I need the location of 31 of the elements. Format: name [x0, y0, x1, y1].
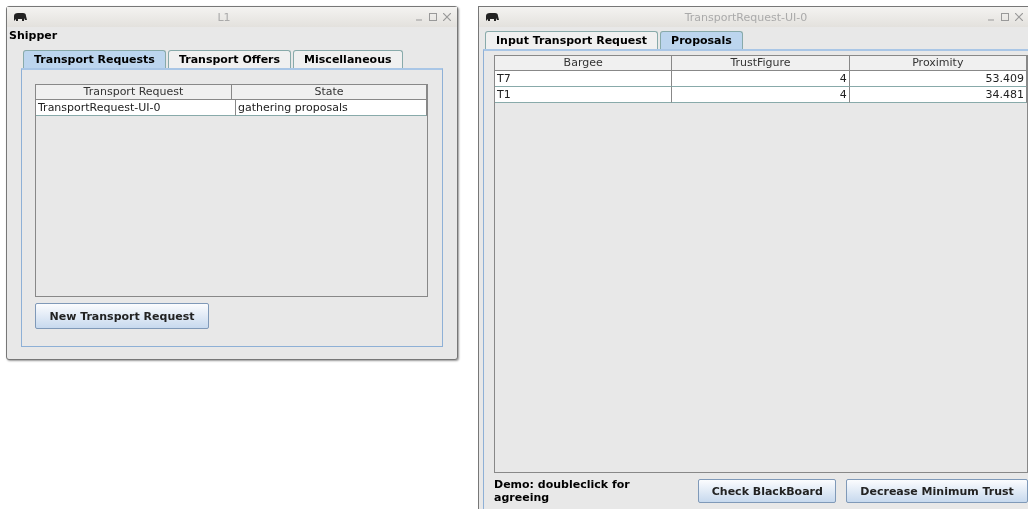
- elephant-icon: [13, 12, 27, 22]
- table-cell: 34.481: [849, 87, 1027, 103]
- column-header[interactable]: Transport Request: [36, 85, 232, 100]
- close-icon[interactable]: [1015, 13, 1023, 21]
- table-cell: 4: [672, 87, 850, 103]
- maximize-icon[interactable]: [429, 13, 437, 21]
- table-cell: TransportRequest-UI-0: [36, 100, 236, 116]
- action-button[interactable]: Decrease Minimum Trust: [846, 479, 1028, 503]
- table-cell: T7: [495, 71, 673, 87]
- tab[interactable]: Transport Offers: [167, 50, 292, 68]
- window-title: TransportRequest-UI-0: [683, 10, 809, 24]
- menu-label[interactable]: Shipper: [7, 27, 457, 44]
- tab[interactable]: Miscellaneous: [293, 50, 403, 68]
- close-icon[interactable]: [443, 13, 451, 21]
- tab[interactable]: Transport Requests: [23, 50, 166, 68]
- action-button[interactable]: Check BlackBoard: [698, 479, 837, 503]
- hint-text: Demo: doubleclick for agreeing: [494, 478, 631, 504]
- table-cell: gathering proposals: [236, 100, 427, 116]
- elephant-icon: [485, 12, 499, 22]
- window-title: L1: [216, 10, 232, 24]
- tab[interactable]: Input Transport Request: [485, 31, 659, 49]
- tab[interactable]: Proposals: [660, 31, 743, 49]
- table-cell: T1: [495, 87, 673, 103]
- column-header[interactable]: State: [232, 85, 427, 100]
- column-header[interactable]: Proximity: [849, 56, 1027, 71]
- new-request-button[interactable]: New Transport Request: [35, 303, 209, 329]
- maximize-icon[interactable]: [1001, 13, 1009, 21]
- column-header[interactable]: TrustFigure: [672, 56, 850, 71]
- column-header[interactable]: Bargee: [495, 56, 673, 71]
- table-cell: 53.409: [849, 71, 1027, 87]
- table-cell: 4: [672, 71, 850, 87]
